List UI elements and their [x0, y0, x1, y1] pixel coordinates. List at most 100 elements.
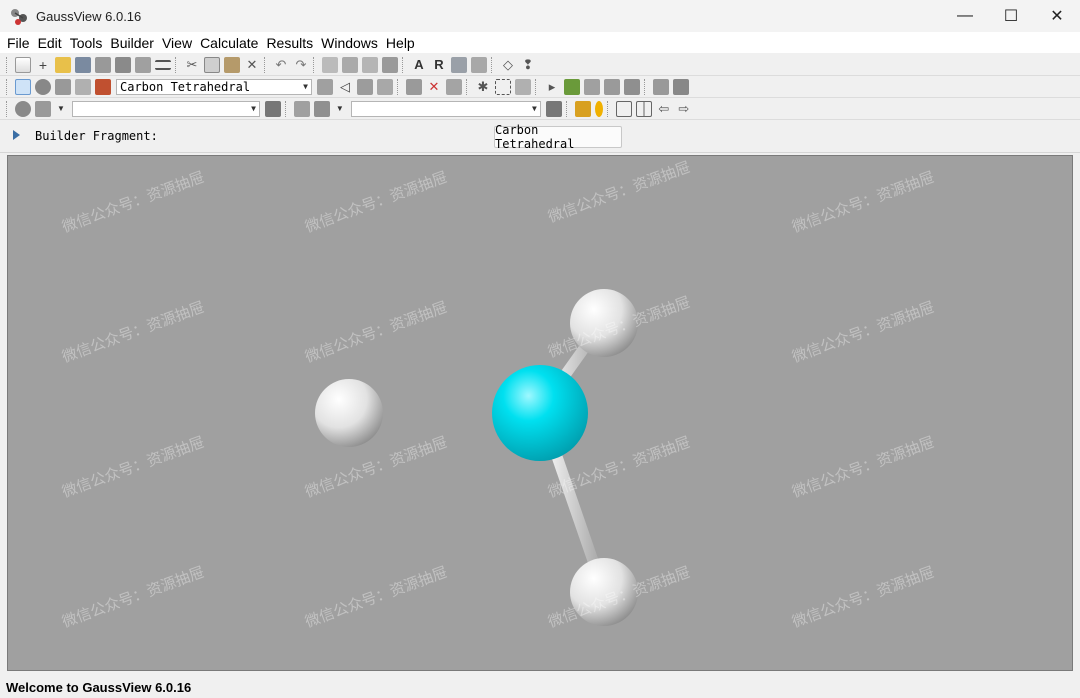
menu-calculate[interactable]: Calculate	[196, 35, 262, 51]
chevron-down-icon[interactable]: ▼	[336, 104, 344, 113]
status-text: Welcome to GaussView 6.0.16	[6, 679, 192, 695]
symmetrize-icon[interactable]	[342, 56, 358, 73]
image-save-icon[interactable]	[135, 56, 151, 73]
inquire-icon[interactable]	[377, 78, 393, 95]
carbon-atom[interactable]	[492, 365, 588, 461]
bond-icon[interactable]	[451, 56, 467, 73]
toolbar-file: + ✂ ✕ ↶ ↷ A R ◇ ❢	[0, 54, 1080, 76]
toolbar-grip	[264, 56, 268, 73]
atom-label-icon[interactable]: A	[411, 57, 427, 73]
light-icon[interactable]	[293, 100, 310, 117]
clean-icon[interactable]	[322, 56, 338, 73]
bulb-icon[interactable]	[594, 100, 603, 117]
view-rotate-icon[interactable]	[15, 100, 31, 117]
save-icon[interactable]	[75, 56, 91, 73]
toolbar-grip	[606, 100, 611, 117]
chevron-down-icon[interactable]: ▼	[57, 104, 65, 113]
select-box-icon[interactable]	[495, 78, 511, 95]
hydrogen-atom-bottom[interactable]	[570, 558, 638, 626]
menu-results[interactable]: Results	[262, 35, 317, 51]
menu-tools[interactable]: Tools	[66, 35, 107, 51]
expand-arrow-icon[interactable]	[13, 130, 20, 140]
delete-icon[interactable]: ✕	[244, 57, 260, 73]
view-select-a[interactable]: ▼	[71, 100, 260, 117]
menu-bar: File Edit Tools Builder View Calculate R…	[0, 32, 1080, 53]
chevron-down-icon: ▼	[303, 82, 308, 91]
toolbar-grip	[284, 100, 289, 117]
previous-window-icon[interactable]: ⇦	[656, 101, 672, 117]
cut-icon[interactable]: ✂	[184, 57, 200, 73]
camera-icon[interactable]	[574, 100, 591, 117]
menu-help[interactable]: Help	[382, 35, 419, 51]
cascade-windows-icon[interactable]	[615, 100, 632, 117]
menu-file[interactable]: File	[3, 35, 34, 51]
fragment-select[interactable]: Carbon Tetrahedral ▼	[116, 78, 312, 95]
view-select-b[interactable]: ▼	[350, 100, 541, 117]
menu-edit[interactable]: Edit	[34, 35, 66, 51]
menu-builder[interactable]: Builder	[106, 35, 158, 51]
tile-windows-icon[interactable]	[635, 100, 652, 117]
save-style-icon[interactable]	[545, 100, 562, 117]
biological-fragment-icon[interactable]	[75, 78, 91, 95]
select-brush-icon[interactable]	[515, 78, 531, 95]
gaussview-logo-icon	[11, 9, 27, 25]
next-window-icon[interactable]: ⇨	[676, 101, 692, 117]
font-icon[interactable]	[313, 100, 330, 117]
modify-angle-icon[interactable]: ◁	[337, 79, 353, 95]
modify-dihedral-icon[interactable]	[357, 78, 373, 95]
diamond-icon[interactable]: ◇	[500, 57, 516, 73]
r-group-icon[interactable]	[55, 78, 71, 95]
element-fragment-icon[interactable]	[15, 78, 31, 95]
undo-icon[interactable]: ↶	[273, 57, 289, 73]
select-atoms-icon[interactable]: ✱	[475, 79, 491, 95]
rebond-icon[interactable]	[362, 56, 378, 73]
new-file-icon[interactable]	[15, 56, 31, 73]
list-icon[interactable]	[155, 59, 171, 70]
toolbar-grip[interactable]	[6, 56, 10, 73]
delete-atom-icon[interactable]: ✕	[426, 79, 442, 95]
open-folder-icon[interactable]	[55, 56, 71, 73]
molecule-viewport[interactable]: 微信公众号：资源抽屉 微信公众号：资源抽屉 微信公众号：资源抽屉 微信公众号：资…	[7, 155, 1073, 671]
pointer-icon[interactable]: ▸	[544, 79, 560, 95]
menu-windows[interactable]: Windows	[317, 35, 382, 51]
maximize-button[interactable]: ☐	[988, 0, 1034, 32]
print-icon[interactable]	[95, 56, 111, 73]
toolbar-grip[interactable]	[6, 78, 10, 95]
info-icon[interactable]: ❢	[520, 57, 536, 73]
invert-icon[interactable]	[446, 78, 462, 95]
modify-bond-icon[interactable]	[317, 78, 333, 95]
title-bar: GaussView 6.0.16 — ☐ ✕	[0, 0, 1080, 32]
view-style-icon[interactable]	[35, 100, 51, 117]
add-icon[interactable]: +	[35, 57, 51, 73]
save-view-icon[interactable]	[264, 100, 281, 117]
molecule-canvas[interactable]	[8, 156, 1073, 671]
builder-fragment-label: Builder Fragment:	[35, 129, 158, 143]
minimize-button[interactable]: —	[942, 0, 988, 32]
redo-icon[interactable]: ↷	[293, 57, 309, 73]
toolbar-grip	[644, 78, 648, 95]
hydrogen-atom-top[interactable]	[570, 289, 638, 357]
hydrogen-icon[interactable]	[471, 56, 487, 73]
rotate-icon[interactable]	[604, 78, 620, 95]
r-label-icon[interactable]: R	[431, 57, 447, 73]
orbital-icon[interactable]	[673, 78, 689, 95]
menu-view[interactable]: View	[158, 35, 196, 51]
add-valence-icon[interactable]	[406, 78, 422, 95]
ring-fragment-icon[interactable]	[35, 78, 51, 95]
hydrogen-atom-left[interactable]	[315, 379, 383, 447]
toolbar-grip	[491, 56, 495, 73]
paste-icon[interactable]	[224, 56, 240, 73]
print-preview-icon[interactable]	[115, 56, 131, 73]
close-button[interactable]: ✕	[1034, 0, 1080, 32]
surface-icon[interactable]	[653, 78, 669, 95]
custom-fragment-icon[interactable]	[95, 78, 111, 95]
toolbar-grip[interactable]	[6, 100, 10, 117]
builder-fragment-button[interactable]: Carbon Tetrahedral	[494, 123, 622, 151]
copy-icon[interactable]	[204, 56, 220, 73]
measure-icon[interactable]	[564, 78, 580, 95]
mirror-icon[interactable]	[382, 56, 398, 73]
translate-icon[interactable]	[624, 78, 640, 95]
toolbar-grip	[466, 78, 470, 95]
display-format-icon[interactable]	[584, 78, 600, 95]
builder-fragment-panel: Builder Fragment: Carbon Tetrahedral	[0, 120, 1080, 153]
